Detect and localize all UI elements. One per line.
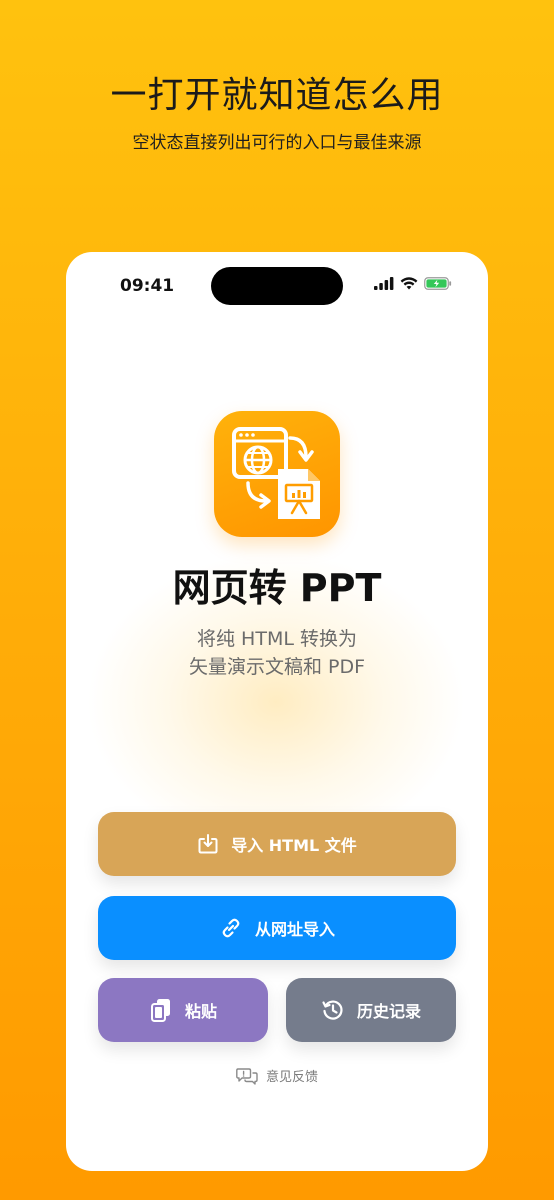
signal-icon: [374, 277, 394, 290]
history-label: 历史记录: [356, 1002, 421, 1021]
feedback-label: 意见反馈: [265, 1070, 318, 1085]
import-icon: [198, 834, 218, 854]
feedback-link[interactable]: 意见反馈: [66, 1066, 488, 1085]
paste-button[interactable]: 粘贴: [98, 978, 268, 1042]
wifi-icon: [400, 277, 418, 290]
web-to-ppt-logo-icon: [232, 427, 320, 519]
promo-subheadline: 空状态直接列出可行的入口与最佳来源: [132, 133, 422, 153]
feedback-icon: [236, 1067, 258, 1085]
promo-headline: 一打开就知道怎么用: [110, 75, 444, 116]
link-icon: [222, 918, 240, 938]
status-icons: [374, 277, 452, 290]
import-html-button[interactable]: 导入 HTML 文件: [98, 812, 456, 876]
dynamic-island: [211, 267, 343, 305]
import-url-label: 从网址导入: [254, 920, 335, 939]
history-button[interactable]: 历史记录: [286, 978, 456, 1042]
phone-screen: 09:41 网页转 PPT 将纯 HTML 转换为 矢量演示文稿和 PDF 导入…: [66, 252, 488, 1171]
app-name: 网页转 PPT: [172, 566, 382, 610]
import-html-label: 导入 HTML 文件: [231, 836, 357, 855]
status-time: 09:41: [120, 276, 175, 296]
tagline-line-1: 将纯 HTML 转换为: [197, 628, 357, 650]
app-tagline: 将纯 HTML 转换为 矢量演示文稿和 PDF: [66, 625, 488, 681]
paste-label: 粘贴: [184, 1002, 217, 1021]
battery-icon: [424, 277, 452, 290]
app-icon: [214, 411, 340, 537]
paste-icon: [150, 999, 170, 1022]
tagline-line-2: 矢量演示文稿和 PDF: [188, 656, 366, 678]
import-url-button[interactable]: 从网址导入: [98, 896, 456, 960]
history-icon: [322, 1000, 343, 1020]
